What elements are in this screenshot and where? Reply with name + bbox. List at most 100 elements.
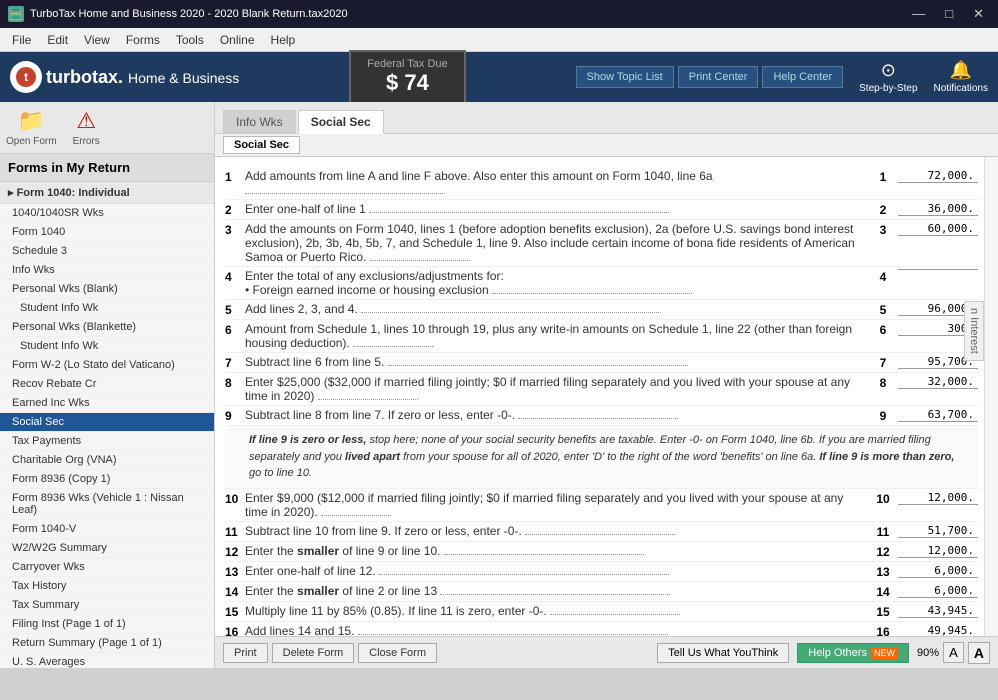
form-item-1040sr[interactable]: 1040/1040SR Wks	[0, 204, 214, 223]
form-item-infowks[interactable]: Info Wks	[0, 261, 214, 280]
print-center-button[interactable]: Print Center	[678, 66, 759, 88]
print-button[interactable]: Print	[223, 643, 268, 663]
form-line-9: 9 Subtract line 8 from line 7. If zero o…	[225, 406, 978, 426]
form-section-1040[interactable]: ▸ Form 1040: Individual	[0, 182, 214, 204]
form-content[interactable]: 1 Add amounts from line A and line F abo…	[215, 157, 998, 636]
title-bar-controls[interactable]: — □ ✕	[906, 4, 990, 24]
form-line-11: 11 Subtract line 10 from line 9. If zero…	[225, 522, 978, 542]
title-bar: 🧮 TurboTax Home and Business 2020 - 2020…	[0, 0, 998, 28]
form-line-14: 14 Enter the smaller of line 2 or line 1…	[225, 582, 978, 602]
error-icon: ⚠	[76, 108, 96, 134]
form-line-12: 12 Enter the smaller of line 9 or line 1…	[225, 542, 978, 562]
menu-tools[interactable]: Tools	[168, 31, 212, 49]
left-panel-toolbar: 📁 Open Form ⚠ Errors	[0, 102, 214, 154]
bottom-bar: Print Delete Form Close Form Tell Us Wha…	[215, 636, 998, 668]
show-topic-list-button[interactable]: Show Topic List	[576, 66, 674, 88]
open-form-label: Open Form	[6, 136, 57, 147]
tax-due-panel: Federal Tax Due $ 74	[349, 50, 466, 104]
menu-forms[interactable]: Forms	[118, 31, 168, 49]
tax-due-label: Federal Tax Due	[367, 58, 448, 70]
form-item-charitable[interactable]: Charitable Org (VNA)	[0, 451, 214, 470]
turbotax-logo: t turbotax. Home & Business	[10, 61, 239, 93]
subtab-social-sec[interactable]: Social Sec	[223, 136, 300, 154]
window-title: TurboTax Home and Business 2020 - 2020 B…	[30, 8, 348, 20]
form-item-earned-inc[interactable]: Earned Inc Wks	[0, 394, 214, 413]
scrollbar[interactable]	[984, 157, 998, 636]
form-item-us-averages[interactable]: U. S. Averages	[0, 653, 214, 668]
help-others-button[interactable]: Help Others NEW	[797, 643, 909, 663]
sub-tabs: Social Sec	[215, 134, 998, 157]
form-item-tax-history[interactable]: Tax History	[0, 577, 214, 596]
form-line-5: 5 Add lines 2, 3, and 4. 5 96,000.	[225, 300, 978, 320]
form-item-recov-rebate[interactable]: Recov Rebate Cr	[0, 375, 214, 394]
form-item-return-summary[interactable]: Return Summary (Page 1 of 1)	[0, 634, 214, 653]
step-by-step-button[interactable]: ⊙ Step-by-Step	[859, 60, 917, 94]
tab-social-sec[interactable]: Social Sec	[298, 110, 384, 134]
errors-button[interactable]: ⚠ Errors	[73, 108, 100, 147]
form-item-carryover[interactable]: Carryover Wks	[0, 558, 214, 577]
form-line-7: 7 Subtract line 6 from line 5. 7 95,700.	[225, 353, 978, 373]
menu-online[interactable]: Online	[212, 31, 263, 49]
form-item-personalwks-blankette[interactable]: Personal Wks (Blankette)	[0, 318, 214, 337]
tt-icon: t	[10, 61, 42, 93]
menu-view[interactable]: View	[76, 31, 118, 49]
form-line-2: 2 Enter one-half of line 1 2 36,000.	[225, 200, 978, 220]
left-panel: 📁 Open Form ⚠ Errors Forms in My Return …	[0, 102, 215, 668]
tab-info-wks[interactable]: Info Wks	[223, 110, 296, 133]
form-item-filing-inst[interactable]: Filing Inst (Page 1 of 1)	[0, 615, 214, 634]
step-icon: ⊙	[881, 60, 896, 81]
right-panel-hint: n Interest	[964, 301, 984, 361]
menu-edit[interactable]: Edit	[39, 31, 76, 49]
form-line-1: 1 Add amounts from line A and line F abo…	[225, 167, 978, 200]
form-line-15: 15 Multiply line 11 by 85% (0.85). If li…	[225, 602, 978, 622]
form-item-1040[interactable]: Form 1040	[0, 223, 214, 242]
svg-text:t: t	[24, 70, 28, 84]
maximize-button[interactable]: □	[939, 4, 959, 24]
form-item-tax-summary[interactable]: Tax Summary	[0, 596, 214, 615]
bottom-buttons: Print Delete Form Close Form	[223, 643, 437, 663]
form-item-1040v[interactable]: Form 1040-V	[0, 520, 214, 539]
main-layout: 📁 Open Form ⚠ Errors Forms in My Return …	[0, 102, 998, 668]
open-form-button[interactable]: 📁 Open Form	[6, 108, 57, 147]
tt-brand: turbotax. Home & Business	[46, 67, 239, 88]
delete-form-button[interactable]: Delete Form	[272, 643, 355, 663]
form-item-personalwks-blank[interactable]: Personal Wks (Blank)	[0, 280, 214, 299]
menu-file[interactable]: File	[4, 31, 39, 49]
menu-help[interactable]: Help	[263, 31, 304, 49]
form-item-student-info-1[interactable]: Student Info Wk	[0, 299, 214, 318]
form-item-8936-wks[interactable]: Form 8936 Wks (Vehicle 1 : Nissan Leaf)	[0, 489, 214, 520]
form-item-student-info-2[interactable]: Student Info Wk	[0, 337, 214, 356]
form-instruction-block: If line 9 is zero or less, stop here; no…	[225, 426, 978, 489]
title-bar-left: 🧮 TurboTax Home and Business 2020 - 2020…	[8, 6, 348, 22]
form-line-13: 13 Enter one-half of line 12. 13 6,000.	[225, 562, 978, 582]
form-item-w2[interactable]: Form W-2 (Lo Stato del Vaticano)	[0, 356, 214, 375]
notifications-button[interactable]: 🔔 Notifications	[934, 60, 988, 94]
feedback-button[interactable]: Tell Us What YouThink	[657, 643, 789, 663]
minimize-button[interactable]: —	[906, 4, 931, 24]
form-item-social-sec[interactable]: Social Sec	[0, 413, 214, 432]
close-form-button[interactable]: Close Form	[358, 643, 437, 663]
form-line-4: 4 Enter the total of any exclusions/adju…	[225, 267, 978, 300]
close-button[interactable]: ✕	[967, 4, 990, 24]
toolbar-right: Show Topic List Print Center Help Center…	[576, 60, 988, 94]
bell-icon: 🔔	[950, 60, 972, 81]
form-item-tax-payments[interactable]: Tax Payments	[0, 432, 214, 451]
form-line-6: 6 Amount from Schedule 1, lines 10 throu…	[225, 320, 978, 353]
form-line-16: 16 Add lines 14 and 15. 16 49,945.	[225, 622, 978, 637]
new-badge: NEW	[871, 647, 898, 659]
menu-bar: File Edit View Forms Tools Online Help	[0, 28, 998, 52]
errors-label: Errors	[73, 136, 100, 147]
folder-icon: 📁	[18, 108, 45, 134]
notif-label: Notifications	[934, 83, 988, 94]
form-line-8: 8 Enter $25,000 ($32,000 if married fili…	[225, 373, 978, 406]
main-tabs: Info Wks Social Sec	[215, 102, 998, 134]
form-item-schedule3[interactable]: Schedule 3	[0, 242, 214, 261]
app-icon: 🧮	[8, 6, 24, 22]
form-line-10: 10 Enter $9,000 ($12,000 if married fili…	[225, 489, 978, 522]
zoom-a-large[interactable]: A	[968, 642, 990, 664]
form-item-w2g[interactable]: W2/W2G Summary	[0, 539, 214, 558]
form-item-8936-copy1[interactable]: Form 8936 (Copy 1)	[0, 470, 214, 489]
help-center-button[interactable]: Help Center	[762, 66, 843, 88]
bottom-right: Tell Us What YouThink Help Others NEW 90…	[657, 642, 990, 664]
zoom-a-small[interactable]: A	[943, 642, 964, 663]
